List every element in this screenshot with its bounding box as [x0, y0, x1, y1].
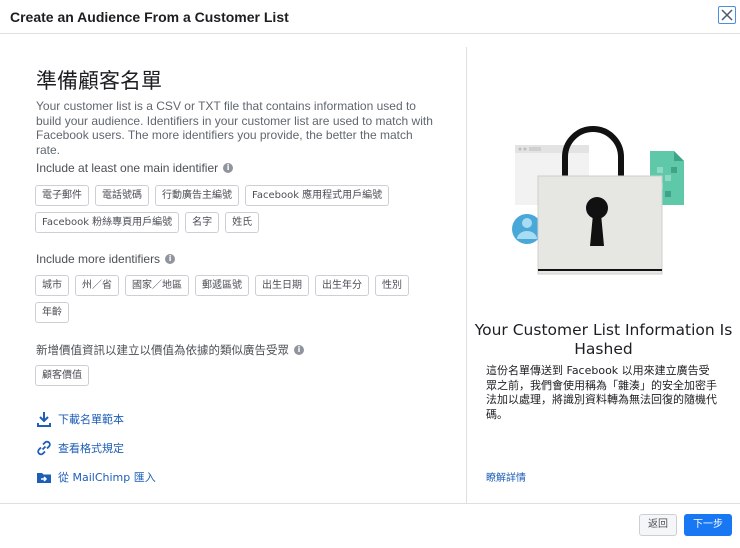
identifier-chip: 性別	[375, 275, 409, 296]
identifier-chip: 國家／地區	[125, 275, 189, 296]
value-identifier-chips: 顧客價值	[35, 365, 435, 392]
hashed-title: Your Customer List Information Is Hashed	[474, 321, 733, 358]
identifier-chip: 名字	[185, 212, 220, 233]
identifier-chip: 城市	[35, 275, 69, 296]
more-identifier-label-text: Include more identifiers	[36, 252, 161, 266]
value-identifier-label-text: 新增價值資訊以建立以價值為依據的類似廣告受眾	[36, 343, 289, 357]
download-template-label: 下載名單範本	[58, 413, 124, 426]
identifier-chip: 顧客價值	[35, 365, 89, 386]
dialog-body: 準備顧客名單 Your customer list is a CSV or TX…	[0, 35, 740, 503]
value-identifier-label: 新增價值資訊以建立以價值為依據的類似廣告受眾 i	[36, 342, 304, 358]
identifier-chip: 出生日期	[255, 275, 309, 296]
hashed-description: 這份名單傳送到 Facebook 以用來建立廣告受眾之前，我們會使用稱為「雜湊」…	[486, 364, 717, 421]
identifier-chip: 電話號碼	[95, 185, 149, 206]
identifier-chip: 州／省	[75, 275, 119, 296]
more-identifier-label: Include more identifiers i	[36, 252, 176, 266]
main-identifier-label: Include at least one main identifier i	[36, 161, 234, 175]
link-icon	[37, 440, 51, 456]
mailchimp-import-link[interactable]: 從 MailChimp 匯入	[36, 469, 156, 485]
download-icon	[37, 412, 51, 427]
learn-more-link[interactable]: 瞭解詳情	[486, 469, 526, 484]
format-rules-link[interactable]: 查看格式規定	[36, 440, 124, 456]
dialog-footer: 返回 下一步	[0, 503, 740, 548]
import-folder-icon	[37, 473, 51, 483]
identifier-chip: 出生年分	[315, 275, 369, 296]
dialog-header: Create an Audience From a Customer List	[0, 0, 740, 34]
close-button[interactable]	[718, 6, 736, 24]
format-rules-label: 查看格式規定	[58, 442, 124, 455]
identifier-chip: Facebook 粉絲專頁用戶編號	[35, 212, 180, 233]
main-identifier-label-text: Include at least one main identifier	[36, 161, 219, 175]
main-identifier-chips: 電子郵件 電話號碼 行動廣告主編號 Facebook 應用程式用戶編號 Facebook…	[35, 185, 435, 239]
identifier-chip: 年齡	[35, 302, 69, 323]
left-pane: 準備顧客名單 Your customer list is a CSV or TX…	[0, 35, 466, 503]
identifier-chip: 電子郵件	[35, 185, 89, 206]
intro-text: Your customer list is a CSV or TXT file …	[36, 99, 433, 157]
more-identifier-chips: 城市 州／省 國家／地區 郵遞區號 出生日期 出生年分 性別年齡	[35, 275, 435, 329]
info-icon[interactable]: i	[165, 254, 176, 264]
back-button[interactable]: 返回	[639, 514, 677, 536]
identifier-chip: 郵遞區號	[195, 275, 249, 296]
identifier-chip: Facebook 應用程式用戶編號	[245, 185, 390, 206]
mailchimp-import-label: 從 MailChimp 匯入	[58, 471, 156, 484]
info-icon[interactable]: i	[294, 345, 304, 355]
close-icon	[721, 9, 733, 21]
dialog-title: Create an Audience From a Customer List	[10, 9, 289, 25]
next-button[interactable]: 下一步	[684, 514, 732, 536]
identifier-chip: 姓氏	[225, 212, 260, 233]
padlock-illustration	[512, 126, 684, 275]
download-template-link[interactable]: 下載名單範本	[36, 411, 124, 427]
identifier-chip: 行動廣告主編號	[155, 185, 239, 206]
right-pane: Your Customer List Information Is Hashed…	[467, 35, 740, 503]
page-title: 準備顧客名單	[36, 69, 162, 93]
info-icon[interactable]: i	[223, 163, 234, 173]
